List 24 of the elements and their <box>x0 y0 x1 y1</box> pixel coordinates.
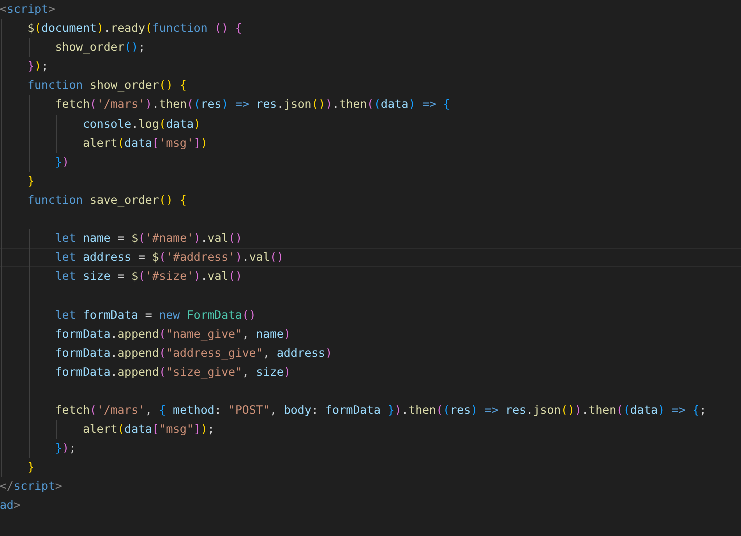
code-line: } <box>0 458 741 478</box>
code-line: fetch('/mars', { method: "POST", body: formData }).then((res) => res.json()).then((data) => {; <box>0 400 741 420</box>
code-line: fetch('/mars').then((res) => res.json()).then((data) => { <box>0 95 741 115</box>
code-line: formData.append("size_give", size) <box>0 362 741 382</box>
code-line: function show_order() { <box>0 76 741 96</box>
code-line: alert(data['msg']) <box>0 134 741 153</box>
code-line: let address = $('#address').val() <box>0 248 741 268</box>
code-line: } <box>0 172 741 191</box>
code-line: }); <box>0 439 741 458</box>
code-line: formData.append("address_give", address) <box>0 344 741 363</box>
code-line: }); <box>0 57 741 76</box>
code-line: ad> <box>0 497 22 514</box>
code-line: formData.append("name_give", name) <box>0 324 741 344</box>
code-line: <script> <box>0 1 56 18</box>
code-line: let size = $('#size').val() <box>0 267 741 286</box>
code-line: let formData = new FormData() <box>0 306 741 325</box>
code-line: console.log(data) <box>0 114 741 134</box>
code-line: let name = $('#name').val() <box>0 229 741 248</box>
code-line: </script> <box>0 478 64 496</box>
code-line: alert(data["msg"]); <box>0 420 741 440</box>
code-line: function save_order() { <box>0 190 741 210</box>
code-line: }) <box>0 152 741 172</box>
code-line: show_order(); <box>0 38 741 58</box>
code-line: $(document).ready(function () { <box>0 19 741 38</box>
